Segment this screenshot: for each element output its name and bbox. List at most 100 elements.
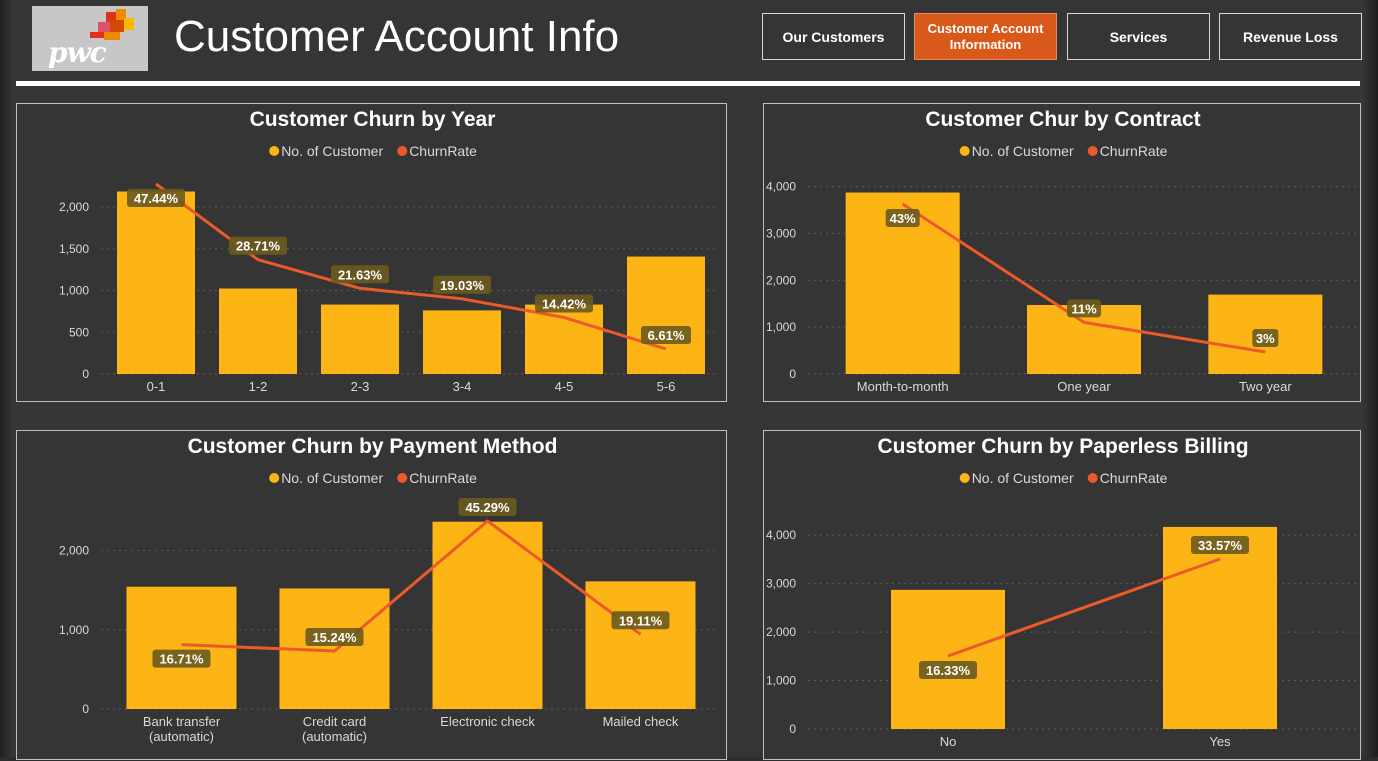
y-tick-label: 500 xyxy=(69,325,89,339)
legend-label-customers: No. of Customer xyxy=(281,143,383,159)
chart-legend: No. of Customer ChurnRate xyxy=(959,470,1168,486)
x-tick-label: Bank transfer (automatic) xyxy=(143,714,221,744)
chart-panel-churn-by-contract: Customer Chur by Contract No. of Customer… xyxy=(763,103,1361,402)
y-tick-label: 1,000 xyxy=(766,674,796,688)
y-tick-label: 0 xyxy=(789,722,796,736)
legend-label-customers: No. of Customer xyxy=(972,470,1074,486)
data-label: 14.42% xyxy=(542,296,587,311)
y-tick-label: 1,000 xyxy=(766,320,796,334)
logo-text: pwc xyxy=(48,36,107,69)
data-label: 21.63% xyxy=(338,267,383,282)
data-label: 6.61% xyxy=(648,328,685,343)
chart-title: Customer Churn by Paperless Billing xyxy=(877,435,1248,458)
bar xyxy=(117,191,195,374)
churn-rate-line xyxy=(181,519,642,653)
legend-marker-churnrate xyxy=(397,473,408,483)
x-tick-label: 4-5 xyxy=(555,379,574,394)
data-label: 3% xyxy=(1256,331,1275,346)
chart-legend: No. of Customer ChurnRate xyxy=(959,143,1168,159)
pwc-logo: pwc xyxy=(32,6,148,71)
y-tick-label: 1,000 xyxy=(59,623,89,637)
bar xyxy=(1163,526,1277,729)
data-label: 15.24% xyxy=(312,630,357,645)
bar xyxy=(525,304,603,374)
x-tick-label: 5-6 xyxy=(657,379,676,394)
chart-svg: Customer Chur by Contract No. of Customer… xyxy=(766,108,1356,394)
y-tick-label: 2,000 xyxy=(766,273,796,287)
nav-revenue-loss-button[interactable]: Revenue Loss xyxy=(1219,13,1362,60)
y-tick-label: 2,000 xyxy=(59,544,89,558)
chart-panel-churn-by-payment: Customer Churn by Payment Method No. of C… xyxy=(16,430,727,760)
nav-our-customers-button[interactable]: Our Customers xyxy=(762,13,905,60)
y-tick-label: 0 xyxy=(789,367,796,381)
data-label: 19.03% xyxy=(440,278,485,293)
data-label: 19.11% xyxy=(619,613,663,628)
data-label: 47.44% xyxy=(134,191,179,206)
bar xyxy=(126,586,237,709)
x-tick-label: Electronic check xyxy=(440,714,535,729)
y-tick-label: 4,000 xyxy=(766,528,796,542)
legend-label-customers: No. of Customer xyxy=(281,470,383,486)
data-label: 11% xyxy=(1071,301,1097,316)
legend-label-churnrate: ChurnRate xyxy=(409,470,477,486)
bar xyxy=(627,256,705,374)
chart-svg: Customer Churn by Payment Method No. of C… xyxy=(59,435,717,744)
x-tick-label: One year xyxy=(1057,379,1111,394)
x-tick-label: 3-4 xyxy=(453,379,472,394)
x-tick-label: 2-3 xyxy=(351,379,370,394)
y-tick-label: 0 xyxy=(82,702,89,716)
legend-marker-customers xyxy=(269,146,280,156)
page-title: Customer Account Info xyxy=(174,12,620,61)
data-label: 43% xyxy=(890,211,916,226)
y-tick-label: 1,000 xyxy=(59,284,89,298)
chart-legend: No. of Customer ChurnRate xyxy=(269,470,477,486)
x-tick-label: 1-2 xyxy=(249,379,268,394)
chart-title: Customer Churn by Year xyxy=(250,108,496,131)
chart-panel-churn-by-paperless: Customer Churn by Paperless Billing No. o… xyxy=(763,430,1361,760)
data-label: 16.33% xyxy=(926,663,971,678)
chart-svg: Customer Churn by Year No. of Customer Chu… xyxy=(59,108,717,394)
legend-marker-customers xyxy=(269,473,280,483)
y-tick-label: 2,000 xyxy=(766,625,796,639)
legend-label-churnrate: ChurnRate xyxy=(409,143,477,159)
bar xyxy=(891,589,1005,729)
x-tick-label: Month-to-month xyxy=(857,379,949,394)
y-tick-label: 1,500 xyxy=(59,242,89,256)
header-divider xyxy=(16,81,1360,86)
y-tick-label: 3,000 xyxy=(766,227,796,241)
data-label: 16.71% xyxy=(159,652,204,667)
data-label: 28.71% xyxy=(236,239,281,254)
legend-label-churnrate: ChurnRate xyxy=(1100,470,1168,486)
y-tick-label: 2,000 xyxy=(59,200,89,214)
bar xyxy=(585,581,696,709)
x-tick-label: Yes xyxy=(1209,734,1231,749)
chart-panel-churn-by-year: Customer Churn by Year No. of Customer Chu… xyxy=(16,103,727,402)
bar xyxy=(321,304,399,374)
x-tick-label: Mailed check xyxy=(603,714,679,729)
bar xyxy=(423,310,501,374)
left-edge xyxy=(0,0,14,757)
y-tick-label: 3,000 xyxy=(766,577,796,591)
x-tick-label: Two year xyxy=(1239,379,1292,394)
legend-label-customers: No. of Customer xyxy=(972,143,1074,159)
legend-marker-churnrate xyxy=(1087,146,1098,156)
chart-legend: No. of Customer ChurnRate xyxy=(269,143,477,159)
x-tick-label: Credit card (automatic) xyxy=(302,714,367,744)
right-edge xyxy=(1360,0,1378,757)
nav-services-button[interactable]: Services xyxy=(1067,13,1210,60)
legend-label-churnrate: ChurnRate xyxy=(1100,143,1168,159)
chart-svg: Customer Churn by Paperless Billing No. o… xyxy=(766,435,1356,749)
legend-marker-customers xyxy=(959,146,970,156)
data-label: 45.29% xyxy=(465,500,510,515)
bar xyxy=(219,288,297,374)
legend-marker-customers xyxy=(959,473,970,483)
x-tick-label: 0-1 xyxy=(147,379,166,394)
y-tick-label: 4,000 xyxy=(766,180,796,194)
chart-title: Customer Churn by Payment Method xyxy=(188,435,558,458)
legend-marker-churnrate xyxy=(1087,473,1098,483)
x-tick-label: No xyxy=(940,734,957,749)
data-label: 33.57% xyxy=(1198,538,1243,553)
y-tick-label: 0 xyxy=(82,367,89,381)
nav-customer-account-button[interactable]: Customer Account Information xyxy=(914,13,1057,60)
legend-marker-churnrate xyxy=(397,146,408,156)
